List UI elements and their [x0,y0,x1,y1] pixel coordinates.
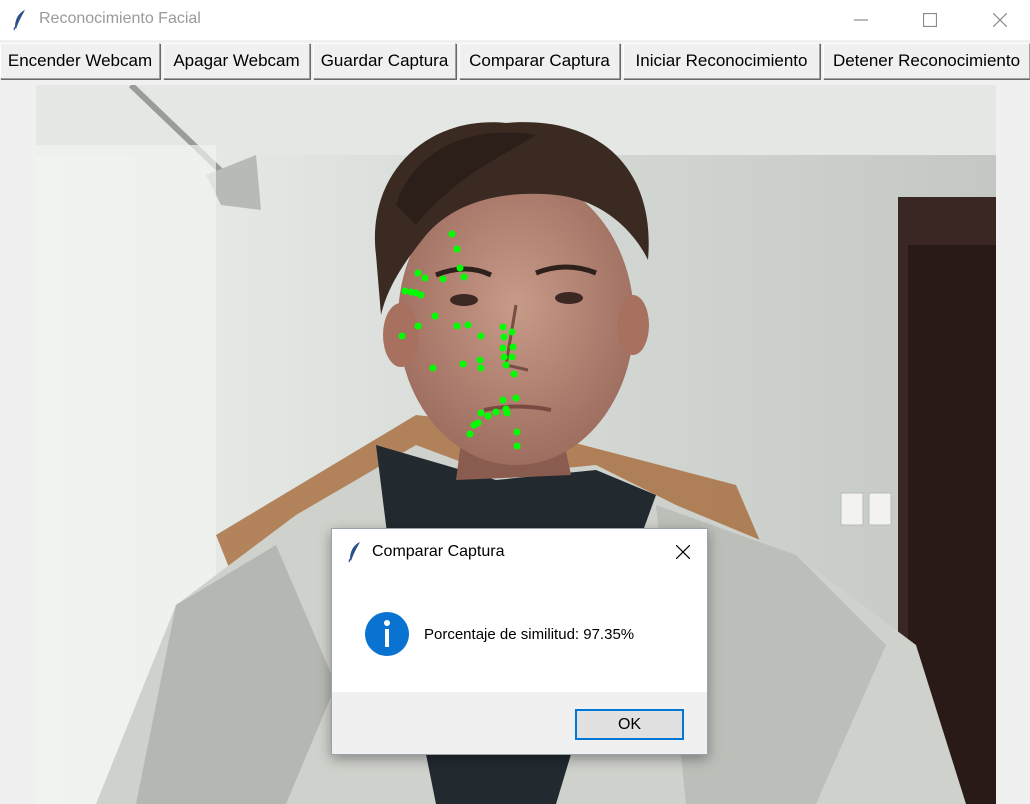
comparar-captura-button[interactable]: Comparar Captura [459,43,620,79]
ok-button[interactable]: OK [575,709,684,740]
dialog-title: Comparar Captura [372,543,505,560]
guardar-captura-button[interactable]: Guardar Captura [313,43,456,79]
comparar-captura-dialog: Comparar Captura Porcentaje de similitud… [331,528,708,755]
close-icon [676,545,690,559]
toolbar: Encender Webcam Apagar Webcam Guardar Ca… [0,41,1030,81]
feather-icon [13,10,25,31]
maximize-button[interactable] [907,0,953,40]
app-window: Reconocimiento Facial Encender Webcam Ap… [0,0,1030,804]
info-icon [365,612,409,656]
close-button[interactable] [977,0,1023,40]
title-bar[interactable]: Reconocimiento Facial [0,0,1030,40]
iniciar-reconocimiento-button[interactable]: Iniciar Reconocimiento [623,43,820,79]
minimize-button[interactable] [838,0,884,40]
maximize-icon [923,13,937,27]
feather-icon [348,542,360,563]
dialog-close-button[interactable] [668,537,698,567]
dialog-footer: OK [332,692,707,754]
apagar-webcam-button[interactable]: Apagar Webcam [163,43,310,79]
encender-webcam-button[interactable]: Encender Webcam [0,43,160,79]
minimize-icon [854,19,868,21]
detener-reconocimiento-button[interactable]: Detener Reconocimiento [823,43,1030,79]
dialog-message: Porcentaje de similitud: 97.35% [424,626,635,643]
close-icon [993,13,1007,27]
window-title: Reconocimiento Facial [39,10,201,27]
